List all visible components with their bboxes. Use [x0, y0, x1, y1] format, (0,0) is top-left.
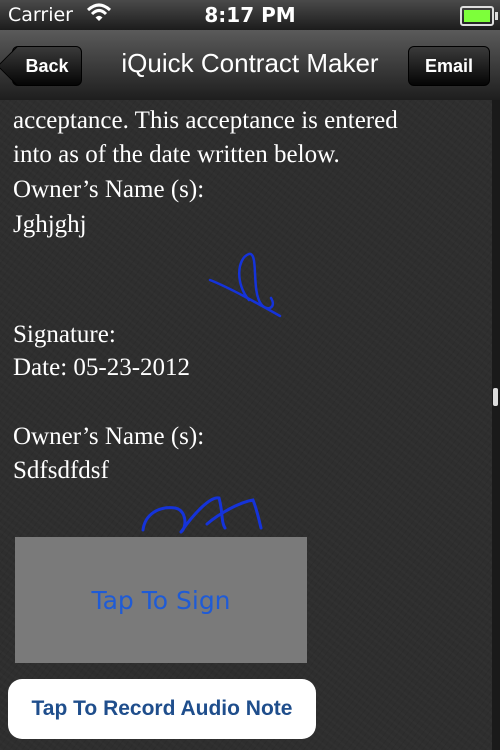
navigation-bar: Back iQuick Contract Maker Email — [0, 30, 500, 101]
tap-to-sign-label: Tap To Sign — [91, 585, 231, 615]
battery-icon — [460, 6, 498, 26]
email-button-label: Email — [424, 55, 474, 76]
scrollbar[interactable] — [492, 100, 500, 750]
owner-name-value: Sdfsdfdsf — [13, 457, 109, 484]
record-audio-note-label: Tap To Record Audio Note — [31, 697, 293, 720]
tap-to-sign-area[interactable]: Tap To Sign — [15, 537, 307, 663]
document-text-line: acceptance. This acceptance is entered — [13, 107, 398, 134]
owner-signature-2 — [141, 496, 263, 534]
signature-label: Signature: — [13, 321, 116, 348]
owner-name-label: Owner’s Name (s): — [13, 176, 205, 203]
clock-time: 8:17 PM — [204, 3, 296, 27]
owner-name-label: Owner’s Name (s): — [13, 423, 205, 450]
status-bar: Carrier 8:17 PM — [0, 0, 500, 30]
signature-date: Date: 05-23-2012 — [13, 354, 191, 381]
owner-signature-1 — [208, 252, 282, 318]
scroll-thumb[interactable] — [493, 388, 498, 406]
record-audio-note-button[interactable]: Tap To Record Audio Note — [8, 679, 316, 739]
owner-name-value: Jghjghj — [13, 211, 87, 238]
email-button[interactable]: Email — [408, 46, 490, 86]
document-text-line: into as of the date written below. — [13, 141, 340, 168]
